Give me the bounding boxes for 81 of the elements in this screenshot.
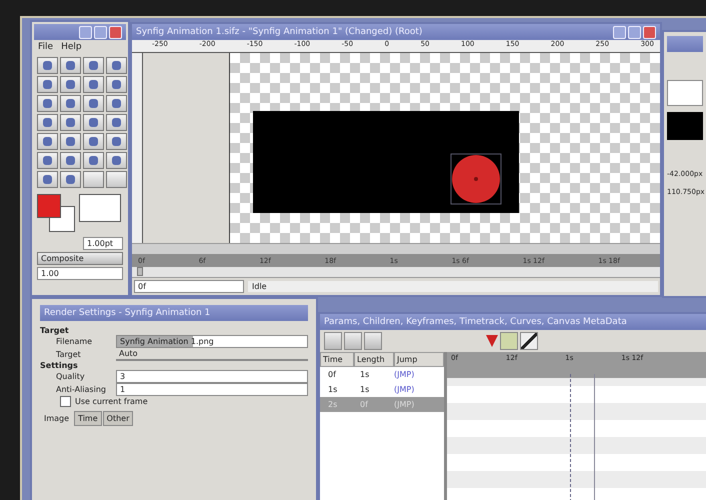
fill-color-swatch[interactable] [79,194,121,222]
checkbox-label: Use current frame [75,397,148,406]
tool-button[interactable] [60,95,81,112]
tool-button[interactable] [37,114,58,131]
preview-thumbnail [667,112,703,140]
table-cell-text: (JMP) [394,400,416,409]
amount-field[interactable]: 1.00 [37,267,123,280]
tool-button[interactable] [106,95,127,112]
tool-button[interactable] [83,95,104,112]
window-button[interactable] [613,26,626,38]
brush-icon[interactable] [520,332,538,350]
checkbox[interactable] [60,396,71,407]
tool-button[interactable] [60,114,81,131]
column-header[interactable]: Jump [394,352,444,367]
table-cell-text: 0f [359,400,370,409]
window-title: Params, Children, Keyframes, Timetrack, Curves, Canvas MetaData [324,317,628,327]
field-label: Anti-Aliasing [56,385,107,394]
tool-button[interactable] [106,171,127,188]
anti-aliasing-field[interactable]: 1 [116,383,308,396]
current-time-field[interactable]: 0f [134,280,244,293]
tool-button[interactable] [106,133,127,150]
tool-button[interactable] [83,76,104,93]
preview-box [667,80,703,106]
window-button[interactable] [94,26,107,38]
horizontal-scrollbar[interactable] [132,243,660,254]
column-header[interactable]: Time [320,352,354,367]
tool-button[interactable] [83,171,104,188]
table-cell-text: 0f [327,370,338,379]
tool-button[interactable] [106,152,127,169]
tool-button[interactable] [37,57,58,74]
window-button[interactable] [628,26,641,38]
table-cell-text: 1s [359,385,370,394]
target-dropdown[interactable]: Auto [116,348,308,361]
close-button[interactable] [109,26,122,38]
color-swatches-drawing[interactable] [37,194,75,232]
circle-layer [450,154,502,204]
tool-button[interactable] [37,133,58,150]
filename-field[interactable]: Synfig Animation 1.png [116,335,308,348]
menu-item[interactable]: Help [61,42,82,52]
quality-field[interactable]: 3 [116,370,308,383]
table-cell-text: 2s [327,400,338,409]
tab[interactable]: Other [102,411,134,426]
table-cell-text: 1s [327,385,338,394]
tool-button[interactable] [83,133,104,150]
tool-button[interactable] [60,76,81,93]
menu-item[interactable]: File [38,42,54,52]
tool-button[interactable] [37,171,58,188]
tool-button[interactable] [60,152,81,169]
tool-button[interactable] [106,57,127,74]
tool-button[interactable] [60,133,81,150]
tool-button[interactable] [83,152,104,169]
tool-button[interactable] [37,152,58,169]
status-text: Idle [248,281,658,292]
close-button[interactable] [643,26,656,38]
table-cell-text: (JMP) [394,370,416,379]
tool-button[interactable] [60,171,81,188]
column-header[interactable]: Length [354,352,394,367]
tool-button[interactable] [106,76,127,93]
tool-button[interactable] [37,76,58,93]
section-heading: Settings [40,361,79,370]
tool-button[interactable] [106,114,127,131]
window-title: Render Settings - Synfig Animation 1 [44,308,212,318]
tab[interactable]: Time [74,411,102,426]
brush-size-field[interactable]: 1.00pt [83,237,123,250]
table-cell-text: 1s [359,370,370,379]
time-slider-thumb[interactable] [137,267,144,276]
tool-button[interactable] [37,95,58,112]
keyframe-row[interactable]: 1s 1s (JMP) [320,382,444,397]
tool-button[interactable] [83,57,104,74]
section-heading: Target [40,326,70,335]
title-bar [667,36,703,52]
window-button[interactable] [79,26,92,38]
keyframe-row[interactable]: 0f 1s (JMP) [320,367,444,382]
field-label: Target [56,350,82,359]
window-title: Synfig Animation 1.sifz - "Synfig Animation 1" (Changed) (Root) [136,27,424,37]
blend-method-dropdown[interactable]: Composite [37,252,123,265]
field-label: Filename [56,337,94,346]
tool-button[interactable] [60,57,81,74]
field-label: Quality [56,372,86,381]
tool-button[interactable] [83,114,104,131]
table-cell-text: (JMP) [394,385,416,394]
